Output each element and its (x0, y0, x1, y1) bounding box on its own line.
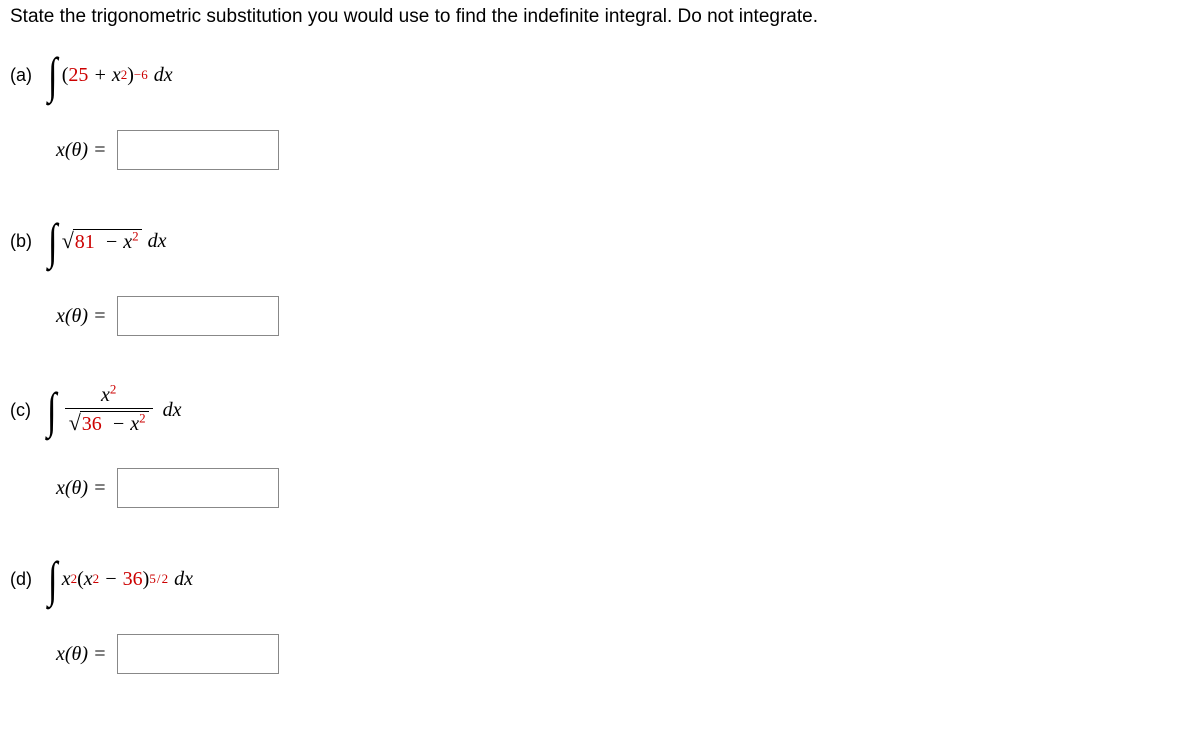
answer-row-d: x(θ) = (56, 634, 1190, 674)
part-a-integral-row: (a) ∫ (25 + x2)−6 dx (10, 50, 1190, 100)
answer-label-c: x(θ) = (56, 477, 107, 500)
part-b-label: (b) (10, 231, 32, 252)
answer-row-a: x(θ) = (56, 130, 1190, 170)
answer-input-b[interactable] (117, 296, 279, 336)
integral-sign-icon: ∫ (47, 385, 57, 435)
integral-c: ∫ x2 √ 36 − x2 dx (45, 382, 182, 438)
exp-a: 6 (141, 67, 148, 82)
part-c: (c) ∫ x2 √ 36 − x2 dx x(θ) = (10, 382, 1190, 508)
part-a-label: (a) (10, 65, 32, 86)
part-d-label: (d) (10, 569, 32, 590)
integrand-d: x2(x2 − 36)5 / 2 dx (62, 568, 193, 591)
coeff-d: 36 (123, 568, 143, 591)
coeff-c: 36 (82, 413, 102, 435)
coeff-b: 81 (75, 231, 95, 253)
integrand-a: (25 + x2)−6 dx (62, 64, 173, 87)
question-prompt: State the trigonometric substitution you… (10, 6, 1190, 28)
fraction-c: x2 √ 36 − x2 (65, 382, 153, 438)
exp-den-d: 2 (162, 571, 169, 586)
answer-input-a[interactable] (117, 130, 279, 170)
answer-input-c[interactable] (117, 468, 279, 508)
integrand-b: √ 81 − x2 dx (62, 228, 167, 254)
answer-label-b: x(θ) = (56, 305, 107, 328)
integral-sign-icon: ∫ (48, 50, 58, 100)
integral-sign-icon: ∫ (48, 216, 58, 266)
answer-label-a: x(θ) = (56, 139, 107, 162)
part-c-integral-row: (c) ∫ x2 √ 36 − x2 dx (10, 382, 1190, 438)
part-a: (a) ∫ (25 + x2)−6 dx x(θ) = (10, 50, 1190, 170)
integral-d: ∫ x2(x2 − 36)5 / 2 dx (46, 554, 193, 604)
part-d-integral-row: (d) ∫ x2(x2 − 36)5 / 2 dx (10, 554, 1190, 604)
integral-a: ∫ (25 + x2)−6 dx (46, 50, 173, 100)
part-b: (b) ∫ √ 81 − x2 dx x(θ) = (10, 216, 1190, 336)
part-c-label: (c) (10, 400, 31, 421)
integral-sign-icon: ∫ (48, 554, 58, 604)
part-b-integral-row: (b) ∫ √ 81 − x2 dx (10, 216, 1190, 266)
integral-b: ∫ √ 81 − x2 dx (46, 216, 167, 266)
part-d: (d) ∫ x2(x2 − 36)5 / 2 dx x(θ) = (10, 554, 1190, 674)
answer-row-c: x(θ) = (56, 468, 1190, 508)
answer-input-d[interactable] (117, 634, 279, 674)
answer-label-d: x(θ) = (56, 643, 107, 666)
answer-row-b: x(θ) = (56, 296, 1190, 336)
coeff-a: 25 (68, 64, 88, 87)
